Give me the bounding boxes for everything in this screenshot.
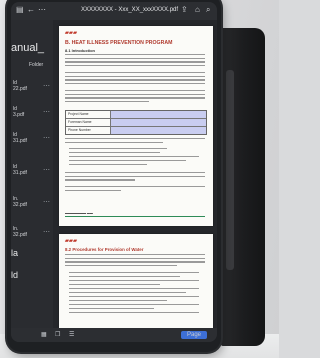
tablet-screen: ▤ ← ⋯ XXXXXXXX - Xxx_XX_xxxXXXX.pdf ⇪ ⌂ …	[11, 2, 217, 342]
form-row: Project Name	[66, 111, 206, 119]
more-icon[interactable]: ⋯	[43, 108, 50, 116]
bullet-list	[69, 272, 199, 316]
search-icon[interactable]: ⌕	[206, 5, 210, 15]
paragraph-block	[65, 172, 205, 183]
foreman-name-field[interactable]	[111, 119, 206, 126]
paragraph-block	[65, 186, 205, 193]
bullet-list	[69, 148, 199, 168]
sidebar-item[interactable]: 32.pdf	[13, 202, 27, 208]
section-heading: 8.1 Introduction	[65, 48, 95, 53]
sidebar-title: anual_	[11, 42, 45, 54]
form-label: Project Name	[66, 111, 111, 118]
sidebar-item[interactable]: 22.pdf	[13, 86, 27, 92]
footer-rule	[65, 216, 205, 217]
more-icon[interactable]: ⋯	[43, 82, 50, 90]
company-logo: ▰▰▰	[65, 30, 78, 36]
section-heading: 8.2 Procedures for Provision of Water	[65, 247, 144, 252]
project-name-field[interactable]	[111, 111, 206, 118]
list-icon[interactable]: ☰	[69, 331, 74, 338]
paragraph-block	[65, 54, 205, 68]
case-hinge	[226, 70, 234, 270]
pdf-page-1[interactable]: ▰▰▰ B. HEAT ILLNESS PREVENTION PROGRAM 8…	[59, 26, 213, 226]
sidebar-item[interactable]: 32.pdf	[13, 232, 27, 238]
paragraph-block	[65, 254, 205, 268]
sidebar-item[interactable]: 3.pdf	[13, 112, 24, 118]
grid-icon[interactable]: ▦	[41, 331, 47, 338]
sidebar-folder-label[interactable]: Folder	[29, 62, 43, 68]
file-sidebar: anual_ Folder ld 22.pdf ⋯ ld 3.pdf ⋯ ld …	[11, 20, 53, 342]
form-row: Phone Number	[66, 127, 206, 134]
sidebar-toggle-icon[interactable]: ▤	[16, 5, 24, 14]
company-logo: ▰▰▰	[65, 238, 78, 244]
form-label: Foreman Name	[66, 119, 111, 126]
more-icon[interactable]: ⋯	[43, 134, 50, 142]
more-icon[interactable]: ⋯	[38, 5, 46, 14]
home-icon[interactable]: ⌂	[195, 5, 200, 14]
more-icon[interactable]: ⋯	[43, 166, 50, 174]
form-label: Phone Number	[66, 127, 111, 134]
more-icon[interactable]: ⋯	[43, 198, 50, 206]
sidebar-item[interactable]: la	[11, 248, 18, 258]
paragraph-block	[65, 90, 205, 104]
more-icon[interactable]: ⋯	[43, 228, 50, 236]
page-button[interactable]: Page	[180, 331, 207, 339]
sidebar-item[interactable]: 31.pdf	[13, 170, 27, 176]
paragraph-block	[65, 72, 205, 86]
document-filename: XXXXXXXX - Xxx_XX_xxxXXXX.pdf	[81, 7, 179, 13]
sidebar-item[interactable]: 31.pdf	[13, 138, 27, 144]
bookmark-icon[interactable]: ❐	[55, 331, 60, 338]
phone-number-field[interactable]	[111, 127, 206, 134]
back-icon[interactable]: ←	[27, 5, 35, 14]
project-info-form: Project Name Foreman Name Phone Number	[65, 110, 207, 135]
page-heading: B. HEAT ILLNESS PREVENTION PROGRAM	[65, 40, 173, 46]
pdf-page-2[interactable]: ▰▰▰ 8.2 Procedures for Provision of Wate…	[59, 234, 213, 338]
bottom-toolbar: ▦ ❐ ☰ Page	[11, 328, 217, 342]
sidebar-item[interactable]: ld	[11, 270, 18, 280]
tablet-device: ▤ ← ⋯ XXXXXXXX - Xxx_XX_xxxXXXX.pdf ⇪ ⌂ …	[7, 0, 221, 352]
share-icon[interactable]: ⇪	[181, 5, 188, 14]
paragraph-block	[65, 138, 205, 145]
form-row: Foreman Name	[66, 119, 206, 127]
top-toolbar: ▤ ← ⋯ XXXXXXXX - Xxx_XX_xxxXXXX.pdf ⇪ ⌂ …	[11, 2, 217, 20]
page-footer: ▬▬▬▬▬▬▬ ▬▬	[65, 211, 93, 215]
